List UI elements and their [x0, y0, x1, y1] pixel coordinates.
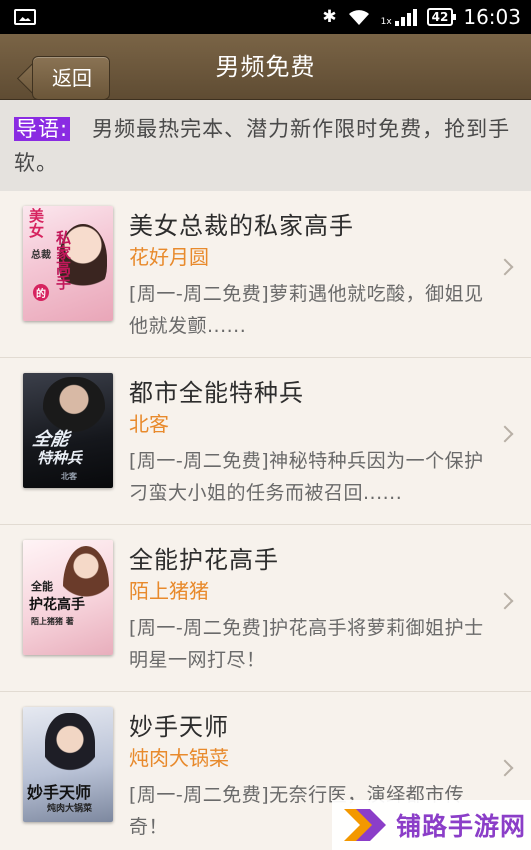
cover-title: 特种兵 — [37, 449, 83, 467]
chevron-right-icon — [496, 592, 514, 610]
title-bar: 返回 男频免费 — [0, 34, 531, 100]
network-type: 1x — [380, 17, 392, 27]
signal-icon: 1x — [380, 8, 417, 27]
book-author: 花好月圆 — [129, 245, 209, 269]
intro-text: 男频最热完本、潜力新作限时免费，抢到手软。 — [14, 117, 511, 175]
book-item[interactable]: 美女 总裁 的 私家高手 美女总裁的私家高手 花好月圆 [周一-周二免费]萝莉遇… — [0, 191, 531, 358]
image-notification-icon — [14, 9, 36, 25]
watermark-text: 铺路手游网 — [396, 812, 527, 841]
watermark: 铺路手游网 — [332, 800, 531, 850]
chevron-right-icon — [496, 759, 514, 777]
book-author: 炖肉大锅菜 — [129, 746, 229, 770]
book-list: 美女 总裁 的 私家高手 美女总裁的私家高手 花好月圆 [周一-周二免费]萝莉遇… — [0, 191, 531, 850]
book-cover: 妙手天师 炖肉大锅菜 — [23, 707, 113, 822]
intro-tag: 导语: — [14, 117, 71, 141]
status-bar: ✱ 1x 42 16:03 — [0, 0, 531, 34]
chevron-right-icon — [496, 425, 514, 443]
cover-title: 总裁 — [31, 250, 51, 261]
cover-title: 陌上猪猪 著 — [31, 616, 74, 626]
book-cover: 美女 总裁 的 私家高手 — [23, 206, 113, 321]
book-title: 妙手天师 — [129, 713, 229, 741]
cover-title: 的 — [33, 284, 49, 301]
book-description: [周一-周二免费]护花高手将萝莉御姐护士明星一网打尽！ — [129, 617, 484, 671]
book-title: 全能护花高手 — [129, 546, 279, 574]
intro-banner: 导语: 男频最热完本、潜力新作限时免费，抢到手软。 — [0, 100, 531, 191]
book-author: 北客 — [129, 412, 169, 436]
book-item[interactable]: 全能 特种兵 北客 都市全能特种兵 北客 [周一-周二免费]神秘特种兵因为一个保… — [0, 358, 531, 525]
cover-title: 美女 — [27, 208, 45, 238]
clock: 16:03 — [463, 5, 521, 29]
book-description: [周一-周二免费]神秘特种兵因为一个保护刁蛮大小姐的任务而被召回...... — [129, 450, 484, 504]
book-cover: 全能 特种兵 北客 — [23, 373, 113, 488]
cover-title: 妙手天师 — [27, 783, 92, 802]
back-button[interactable]: 返回 — [32, 56, 110, 100]
book-title: 都市全能特种兵 — [129, 379, 304, 407]
cover-title: 炖肉大锅菜 — [47, 804, 93, 814]
book-title: 美女总裁的私家高手 — [129, 212, 354, 240]
cover-title: 北客 — [61, 471, 77, 481]
cover-title: 私家高手 — [54, 230, 72, 290]
book-cover: 全能 护花高手 陌上猪猪 著 — [23, 540, 113, 655]
book-author: 陌上猪猪 — [129, 579, 209, 603]
bluetooth-icon: ✱ — [322, 7, 337, 27]
cover-title: 全能 — [31, 580, 53, 593]
chevron-right-icon — [496, 258, 514, 276]
book-item[interactable]: 全能 护花高手 陌上猪猪 著 全能护花高手 陌上猪猪 [周一-周二免费]护花高手… — [0, 525, 531, 692]
book-description: [周一-周二免费]萝莉遇他就吃酸，御姐见他就发颤...... — [129, 283, 484, 337]
wifi-icon — [348, 10, 369, 25]
cover-title: 护花高手 — [29, 597, 85, 613]
chevron-logo-icon — [344, 809, 386, 841]
battery-icon: 42 — [426, 8, 457, 26]
